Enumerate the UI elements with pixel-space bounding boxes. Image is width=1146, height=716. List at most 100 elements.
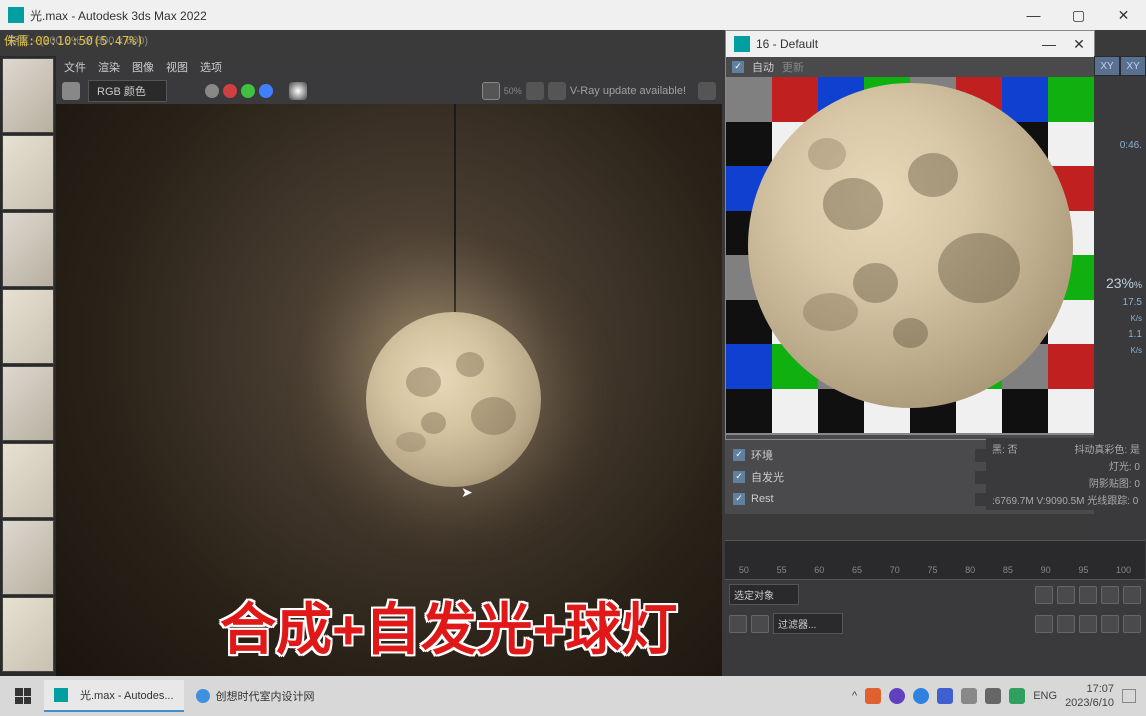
- save-icon[interactable]: [482, 82, 500, 100]
- param-checkbox[interactable]: ✓: [733, 493, 745, 505]
- history-thumb[interactable]: [2, 443, 54, 518]
- menu-view[interactable]: 视图: [166, 59, 188, 75]
- alpha-channel-icon[interactable]: [289, 82, 307, 100]
- app-icon: [196, 689, 210, 703]
- history-thumb[interactable]: [2, 597, 54, 672]
- render-percent: 23%%: [1094, 273, 1146, 293]
- nav-icon[interactable]: [1123, 586, 1141, 604]
- stat-line: 抖动真彩色: 是: [1074, 441, 1140, 456]
- render-rate2: 1.1: [1094, 327, 1146, 342]
- maximize-button[interactable]: ▢: [1056, 0, 1101, 30]
- tool-icon[interactable]: [548, 82, 566, 100]
- history-thumb[interactable]: [2, 366, 54, 441]
- close-button[interactable]: ✕: [1101, 0, 1146, 30]
- tray-icon[interactable]: [913, 688, 929, 704]
- mono-channel-icon[interactable]: [205, 84, 219, 98]
- timeline[interactable]: 50 55 60 65 70 75 80 85 90 95 100: [725, 540, 1145, 580]
- taskbar: 光.max - Autodes... 创想时代室内设计网 ^ ENG 17:07…: [0, 676, 1146, 716]
- green-channel-icon[interactable]: [241, 84, 255, 98]
- material-preview[interactable]: [726, 77, 1094, 435]
- app-icon: [8, 7, 24, 23]
- view-tabs: XY XY: [1094, 56, 1146, 76]
- history-thumb[interactable]: [2, 212, 54, 287]
- view-tab-xy2[interactable]: XY: [1120, 56, 1146, 76]
- nav-icon[interactable]: [1079, 586, 1097, 604]
- tray-icon[interactable]: [889, 688, 905, 704]
- render-rate: 17.5: [1094, 295, 1146, 310]
- blue-channel-icon[interactable]: [259, 84, 273, 98]
- tray-icon[interactable]: [865, 688, 881, 704]
- vray-update-notice[interactable]: V-Ray update available!: [570, 85, 686, 97]
- close-button[interactable]: ✕: [1064, 31, 1094, 57]
- history-thumb[interactable]: [2, 58, 54, 133]
- framebuffer-menubar: 文件 渲染 图像 视图 选项: [56, 56, 722, 78]
- taskbar-app-label: 光.max - Autodes...: [80, 687, 174, 703]
- battery-icon[interactable]: [1009, 688, 1025, 704]
- render-stats: 黑: 否 抖动真彩色: 是 灯光: 0 阴影贴图: 0 :6769.7M V:9…: [986, 438, 1146, 510]
- material-titlebar: 16 - Default — ✕: [726, 31, 1094, 57]
- view-tab-xy[interactable]: XY: [1094, 56, 1120, 76]
- history-thumb[interactable]: [2, 135, 54, 210]
- param-checkbox[interactable]: ✓: [733, 449, 745, 461]
- lower-toolbar: 选定对象: [725, 580, 1145, 609]
- filter-input[interactable]: 过滤器...: [773, 613, 843, 634]
- taskbar-app[interactable]: 创想时代室内设计网: [186, 680, 325, 712]
- nav-icon[interactable]: [1101, 586, 1119, 604]
- nav-icon[interactable]: [1035, 615, 1053, 633]
- history-thumb[interactable]: [2, 289, 54, 364]
- stat-line: :6769.7M V:9090.5M 光线跟踪: 0: [988, 491, 1144, 508]
- menu-image[interactable]: 图像: [132, 59, 154, 75]
- red-channel-icon[interactable]: [223, 84, 237, 98]
- tool-icon[interactable]: [751, 615, 769, 633]
- window-title: 光.max - Autodesk 3ds Max 2022: [30, 7, 207, 24]
- taskbar-app[interactable]: 光.max - Autodes...: [44, 680, 184, 712]
- stat-line: 黑: 否: [992, 441, 1018, 456]
- clock[interactable]: 17:07 2023/6/10: [1065, 682, 1114, 711]
- nav-icon[interactable]: [1079, 615, 1097, 633]
- lower-right-panel: 50 55 60 65 70 75 80 85 90 95 100 选定对象 过…: [725, 540, 1145, 676]
- nav-icon[interactable]: [1101, 615, 1119, 633]
- auto-checkbox[interactable]: ✓: [732, 61, 744, 73]
- param-checkbox[interactable]: ✓: [733, 471, 745, 483]
- minimize-button[interactable]: —: [1034, 31, 1064, 57]
- tray-chevron-icon[interactable]: ^: [852, 690, 857, 702]
- tray-icon[interactable]: [961, 688, 977, 704]
- render-time: 0:46.: [1094, 138, 1146, 153]
- windows-icon: [15, 688, 31, 704]
- app-icon: [734, 36, 750, 52]
- selection-input[interactable]: 选定对象: [729, 584, 799, 605]
- tool-icon[interactable]: [526, 82, 544, 100]
- main-titlebar: 光.max - Autodesk 3ds Max 2022 — ▢ ✕: [0, 0, 1146, 30]
- timeline-marks: 50 55 60 65 70 75 80 85 90 95 100: [725, 541, 1145, 575]
- ime-indicator[interactable]: ENG: [1033, 690, 1057, 702]
- nav-icon[interactable]: [1057, 615, 1075, 633]
- history-sidebar: [0, 56, 56, 676]
- framebuffer-toolbar: RGB 颜色 50% V-Ray update available!: [56, 78, 722, 104]
- nav-icon[interactable]: [1057, 586, 1075, 604]
- menu-render[interactable]: 渲染: [98, 59, 120, 75]
- taskbar-app-label: 创想时代室内设计网: [216, 688, 315, 704]
- settings-icon[interactable]: [698, 82, 716, 100]
- channel-dropdown[interactable]: RGB 颜色: [88, 80, 167, 102]
- overlay-caption: 合成+自发光+球灯: [220, 585, 677, 666]
- date-label: 2023/6/10: [1065, 696, 1114, 710]
- nav-icon[interactable]: [1123, 615, 1141, 633]
- minimize-button[interactable]: —: [1011, 0, 1056, 30]
- lower-toolbar2: 过滤器...: [725, 609, 1145, 638]
- nav-icon[interactable]: [1035, 586, 1053, 604]
- menu-file[interactable]: 文件: [64, 59, 86, 75]
- menu-options[interactable]: 选项: [200, 59, 222, 75]
- tool-icon[interactable]: [729, 615, 747, 633]
- window-controls: — ▢ ✕: [1011, 0, 1146, 30]
- param-label: 自发光: [751, 469, 969, 485]
- pendant-cord: [454, 104, 456, 312]
- notification-icon[interactable]: [1122, 689, 1136, 703]
- volume-icon[interactable]: [985, 688, 1001, 704]
- auto-label: 自动: [752, 59, 774, 75]
- cursor-icon: ➤: [461, 484, 473, 501]
- channel-icon[interactable]: [62, 82, 80, 100]
- tray-icon[interactable]: [937, 688, 953, 704]
- start-button[interactable]: [4, 680, 42, 712]
- history-thumb[interactable]: [2, 520, 54, 595]
- update-label[interactable]: 更新: [782, 59, 804, 75]
